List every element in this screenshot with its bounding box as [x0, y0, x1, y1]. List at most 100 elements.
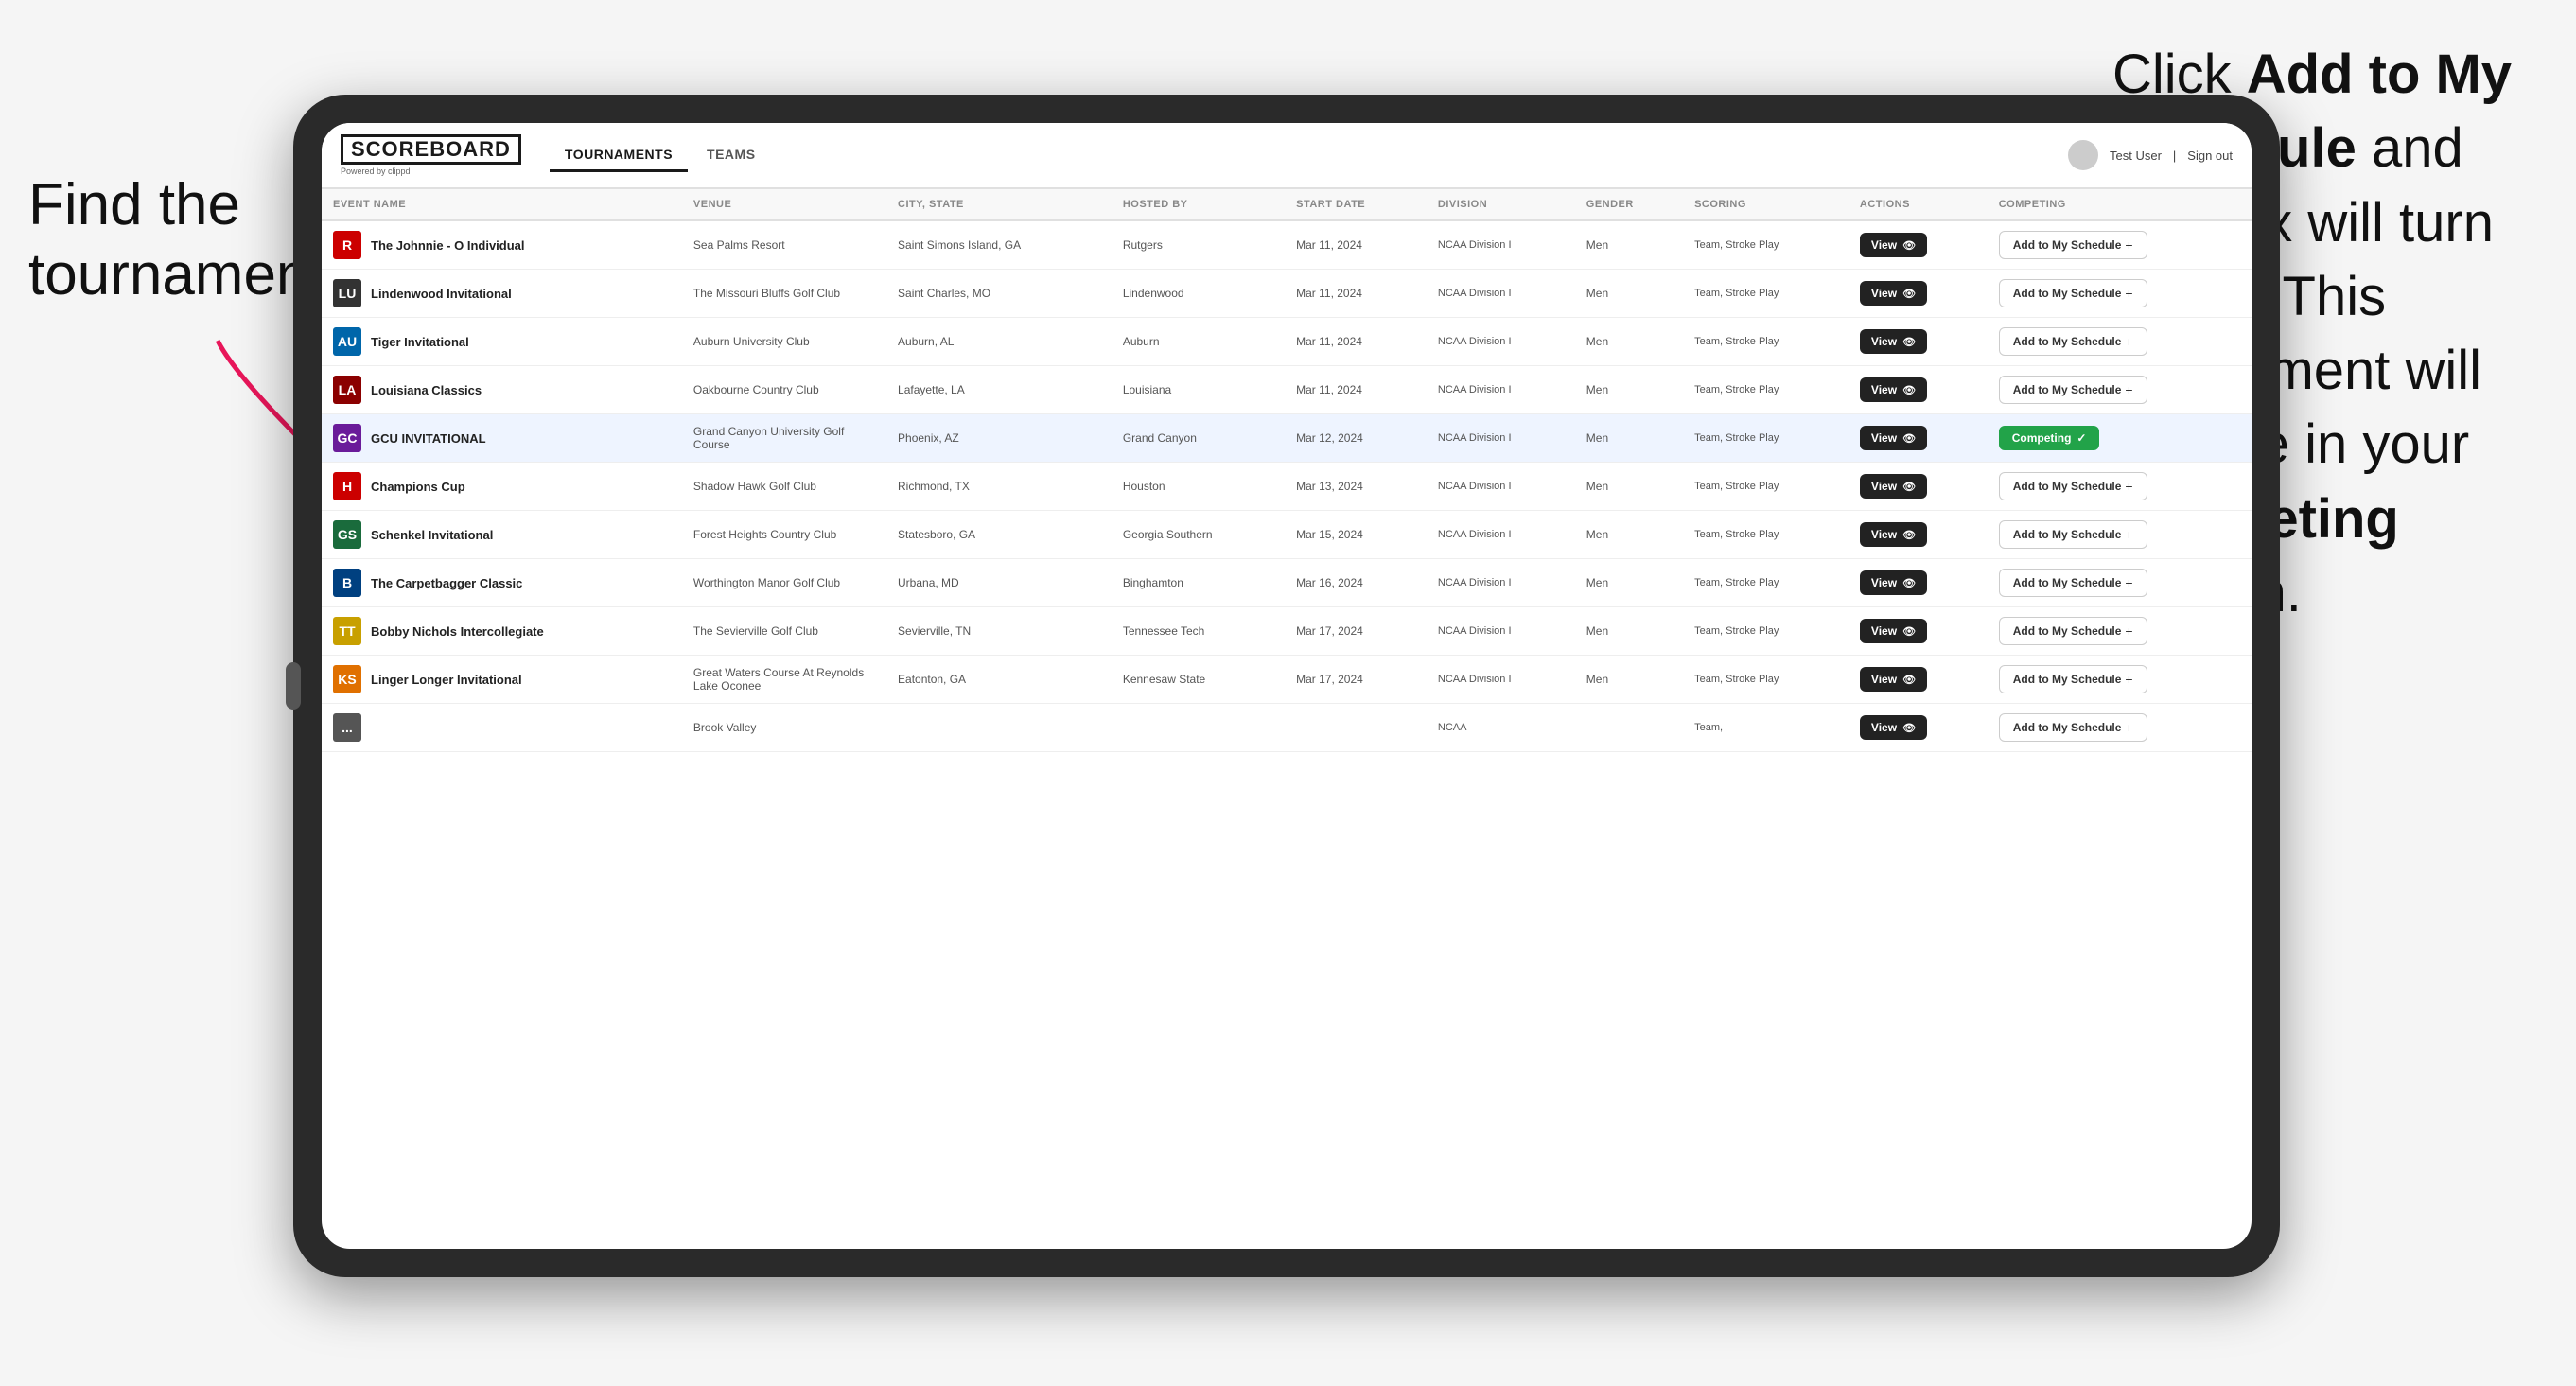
plus-icon: +: [2125, 237, 2132, 253]
table-row: LU Lindenwood Invitational The Missouri …: [322, 270, 2252, 318]
city-state-cell: Richmond, TX: [886, 463, 1112, 511]
scoring-cell: Team, Stroke Play: [1683, 607, 1849, 656]
city-state-cell: Phoenix, AZ: [886, 414, 1112, 463]
view-button[interactable]: View 👁: [1860, 329, 1927, 354]
team-logo: GC: [333, 424, 361, 452]
add-to-schedule-button[interactable]: Add to My Schedule +: [1999, 520, 2147, 549]
event-name-text: Lindenwood Invitational: [371, 287, 512, 301]
team-logo: R: [333, 231, 361, 259]
event-name-cell-11: ...: [322, 704, 682, 752]
city-state-cell: Urbana, MD: [886, 559, 1112, 607]
division-cell: NCAA Division I: [1427, 463, 1575, 511]
actions-cell: View 👁: [1849, 414, 1988, 463]
add-label: Add to My Schedule: [2013, 383, 2122, 396]
add-to-schedule-button[interactable]: Add to My Schedule +: [1999, 279, 2147, 307]
tab-teams[interactable]: TEAMS: [692, 139, 771, 172]
team-logo: H: [333, 472, 361, 500]
tab-tournaments[interactable]: TOURNAMENTS: [550, 139, 688, 172]
city-state-cell: Sevierville, TN: [886, 607, 1112, 656]
team-logo: LA: [333, 376, 361, 404]
gender-cell: Men: [1575, 366, 1683, 414]
table-row: B The Carpetbagger Classic Worthington M…: [322, 559, 2252, 607]
event-name-cell-6: H Champions Cup: [322, 463, 682, 511]
start-date-cell: Mar 17, 2024: [1285, 656, 1427, 704]
view-button[interactable]: View 👁: [1860, 233, 1927, 257]
add-to-schedule-button[interactable]: Add to My Schedule +: [1999, 617, 2147, 645]
eye-icon: 👁: [1902, 481, 1916, 493]
tablet-screen: SCOREBOARD Powered by clippd TOURNAMENTS…: [322, 123, 2252, 1249]
gender-cell: Men: [1575, 511, 1683, 559]
venue-cell: Shadow Hawk Golf Club: [682, 463, 886, 511]
col-city-state: CITY, STATE: [886, 189, 1112, 220]
competing-button[interactable]: Competing ✓: [1999, 426, 2100, 450]
city-state-cell: Saint Charles, MO: [886, 270, 1112, 318]
view-button[interactable]: View 👁: [1860, 377, 1927, 402]
view-button[interactable]: View 👁: [1860, 281, 1927, 306]
venue-cell: Worthington Manor Golf Club: [682, 559, 886, 607]
event-name-cell-10: KS Linger Longer Invitational: [322, 656, 682, 704]
user-label: Test User: [2110, 149, 2162, 163]
plus-icon: +: [2125, 286, 2132, 301]
col-scoring: SCORING: [1683, 189, 1849, 220]
start-date-cell: Mar 16, 2024: [1285, 559, 1427, 607]
add-label: Add to My Schedule: [2013, 528, 2122, 541]
team-logo: LU: [333, 279, 361, 307]
event-name-cell-7: GS Schenkel Invitational: [322, 511, 682, 559]
col-hosted-by: HOSTED BY: [1112, 189, 1285, 220]
view-button[interactable]: View 👁: [1860, 522, 1927, 547]
view-label: View: [1871, 480, 1897, 493]
division-cell: NCAA Division I: [1427, 656, 1575, 704]
start-date-cell: Mar 11, 2024: [1285, 318, 1427, 366]
hosted-by-cell: Rutgers: [1112, 220, 1285, 270]
event-name-cell-4: LA Louisiana Classics: [322, 366, 682, 414]
gender-cell: Men: [1575, 318, 1683, 366]
sign-out-link[interactable]: Sign out: [2187, 149, 2233, 163]
tournaments-table-container: EVENT NAME VENUE CITY, STATE HOSTED BY S…: [322, 189, 2252, 1249]
scoring-cell: Team, Stroke Play: [1683, 220, 1849, 270]
sidebar-toggle-nub[interactable]: [286, 662, 301, 710]
eye-icon: 👁: [1902, 577, 1916, 589]
table-row: GS Schenkel Invitational Forest Heights …: [322, 511, 2252, 559]
hosted-by-cell: [1112, 704, 1285, 752]
view-button[interactable]: View 👁: [1860, 619, 1927, 643]
plus-icon: +: [2125, 527, 2132, 542]
event-name-text: Schenkel Invitational: [371, 528, 493, 542]
view-button[interactable]: View 👁: [1860, 474, 1927, 499]
table-body: R The Johnnie - O Individual Sea Palms R…: [322, 220, 2252, 752]
view-button[interactable]: View 👁: [1860, 570, 1927, 595]
venue-cell: The Sevierville Golf Club: [682, 607, 886, 656]
plus-icon: +: [2125, 672, 2132, 687]
user-avatar: [2068, 140, 2098, 170]
add-to-schedule-button[interactable]: Add to My Schedule +: [1999, 713, 2147, 742]
add-to-schedule-button[interactable]: Add to My Schedule +: [1999, 327, 2147, 356]
eye-icon: 👁: [1902, 674, 1916, 686]
view-label: View: [1871, 287, 1897, 300]
header-right: Test User | Sign out: [2068, 140, 2233, 170]
division-cell: NCAA Division I: [1427, 559, 1575, 607]
add-to-schedule-button[interactable]: Add to My Schedule +: [1999, 472, 2147, 500]
view-button[interactable]: View 👁: [1860, 667, 1927, 692]
team-logo: AU: [333, 327, 361, 356]
scoring-cell: Team, Stroke Play: [1683, 463, 1849, 511]
add-label: Add to My Schedule: [2013, 721, 2122, 734]
gender-cell: Men: [1575, 220, 1683, 270]
add-to-schedule-button[interactable]: Add to My Schedule +: [1999, 376, 2147, 404]
logo-subtitle: Powered by clippd: [341, 167, 521, 176]
view-button[interactable]: View 👁: [1860, 426, 1927, 450]
col-competing: COMPETING: [1988, 189, 2252, 220]
view-button[interactable]: View 👁: [1860, 715, 1927, 740]
view-label: View: [1871, 335, 1897, 348]
event-name-cell-2: LU Lindenwood Invitational: [322, 270, 682, 318]
add-to-schedule-button[interactable]: Add to My Schedule +: [1999, 665, 2147, 693]
event-name-text: The Johnnie - O Individual: [371, 238, 525, 253]
add-to-schedule-button[interactable]: Add to My Schedule +: [1999, 569, 2147, 597]
plus-icon: +: [2125, 720, 2132, 735]
add-to-schedule-button[interactable]: Add to My Schedule +: [1999, 231, 2147, 259]
scoring-cell: Team, Stroke Play: [1683, 366, 1849, 414]
actions-cell: View 👁: [1849, 607, 1988, 656]
start-date-cell: Mar 17, 2024: [1285, 607, 1427, 656]
eye-icon: 👁: [1902, 239, 1916, 252]
event-name-text: Champions Cup: [371, 480, 465, 494]
table-row: KS Linger Longer Invitational Great Wate…: [322, 656, 2252, 704]
add-label: Add to My Schedule: [2013, 238, 2122, 252]
